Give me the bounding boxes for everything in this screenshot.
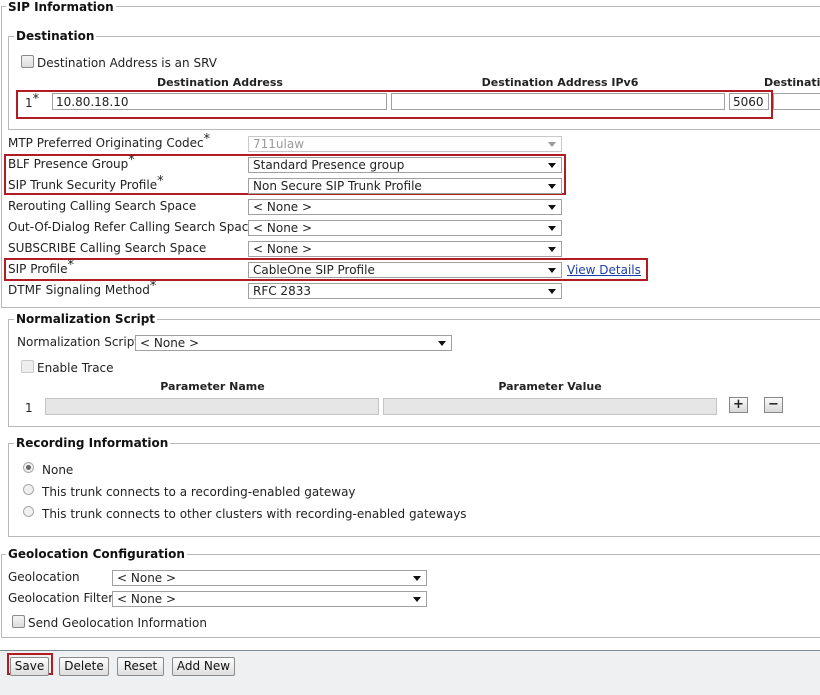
chevron-down-icon (548, 247, 556, 252)
subscribe-css-label: SUBSCRIBE Calling Search Space (8, 241, 207, 255)
chevron-down-icon (548, 142, 556, 147)
destination-row-index: 1* (25, 92, 40, 111)
rerouting-css-label: Rerouting Calling Search Space (8, 199, 197, 213)
save-button[interactable]: Save (10, 657, 49, 676)
enable-trace-label: Enable Trace (37, 361, 114, 375)
mtp-codec-label: MTP Preferred Originating Codec* (8, 132, 211, 151)
sip-information-legend: SIP Information (6, 0, 116, 14)
col-destination-address: Destination Address (157, 76, 283, 89)
send-geolocation-label: Send Geolocation Information (28, 616, 207, 630)
remove-parameter-button[interactable]: − (764, 397, 783, 413)
destination-legend: Destination (14, 29, 97, 43)
destination-address-input[interactable]: 10.80.18.10 (52, 93, 387, 110)
trunk-security-label: SIP Trunk Security Profile* (8, 174, 164, 193)
chevron-down-icon (438, 341, 446, 346)
dtmf-method-select[interactable]: RFC 2833 (248, 283, 562, 299)
blf-presence-label: BLF Presence Group* (8, 153, 135, 172)
rerouting-css-select[interactable]: < None > (248, 199, 562, 215)
recording-option-clusters: This trunk connects to other clusters wi… (42, 507, 467, 521)
enable-trace-checkbox (21, 360, 34, 373)
geolocation-select[interactable]: < None > (112, 570, 427, 586)
chevron-down-icon (548, 289, 556, 294)
parameter-row-index: 1 (25, 401, 33, 415)
trunk-security-select[interactable]: Non Secure SIP Trunk Profile (248, 178, 562, 194)
normalization-script-select[interactable]: < None > (135, 335, 452, 351)
chevron-down-icon (548, 226, 556, 231)
subscribe-css-select[interactable]: < None > (248, 241, 562, 257)
add-new-button[interactable]: Add New (172, 657, 235, 676)
srv-label: Destination Address is an SRV (37, 56, 217, 70)
recording-none-radio[interactable] (23, 462, 34, 473)
recording-clusters-radio[interactable] (23, 506, 34, 517)
destination-port-input[interactable]: 5060 (729, 93, 769, 110)
col-parameter-value: Parameter Value (498, 380, 602, 393)
chevron-down-icon (413, 597, 421, 602)
reset-button[interactable]: Reset (117, 657, 164, 676)
geolocation-filter-select[interactable]: < None > (112, 591, 427, 607)
view-details-link[interactable]: View Details (567, 263, 641, 277)
recording-option-none: None (42, 463, 74, 477)
chevron-down-icon (548, 163, 556, 168)
chevron-down-icon (548, 184, 556, 189)
recording-legend: Recording Information (14, 436, 171, 450)
send-geolocation-checkbox[interactable] (12, 615, 25, 628)
delete-button[interactable]: Delete (59, 657, 109, 676)
sip-profile-select[interactable]: CableOne SIP Profile (248, 262, 562, 278)
geolocation-label: Geolocation (8, 570, 80, 584)
destination-ipv6-input[interactable] (391, 93, 725, 110)
geolocation-filter-label: Geolocation Filter (8, 591, 114, 605)
destination-extra-input[interactable] (773, 93, 820, 110)
parameter-name-input (45, 398, 379, 415)
normalization-legend: Normalization Script (14, 312, 158, 326)
geolocation-legend: Geolocation Configuration (6, 547, 187, 561)
ood-refer-css-label: Out-Of-Dialog Refer Calling Search Space (8, 220, 256, 234)
col-destination-port: Destinatio (764, 76, 820, 89)
blf-presence-select[interactable]: Standard Presence group (248, 157, 562, 173)
chevron-down-icon (548, 205, 556, 210)
chevron-down-icon (413, 576, 421, 581)
recording-gateway-radio[interactable] (23, 484, 34, 495)
ood-refer-css-select[interactable]: < None > (248, 220, 562, 236)
col-parameter-name: Parameter Name (160, 380, 265, 393)
mtp-codec-select: 711ulaw (248, 136, 562, 152)
dtmf-method-label: DTMF Signaling Method* (8, 279, 157, 298)
chevron-down-icon (548, 268, 556, 273)
normalization-script-label: Normalization Script (17, 335, 140, 349)
parameter-value-input (383, 398, 717, 415)
col-destination-ipv6: Destination Address IPv6 (481, 76, 639, 89)
recording-option-gateway: This trunk connects to a recording-enabl… (42, 485, 356, 499)
sip-profile-label: SIP Profile* (8, 258, 75, 277)
add-parameter-button[interactable]: + (729, 397, 748, 413)
srv-checkbox[interactable] (21, 55, 34, 68)
